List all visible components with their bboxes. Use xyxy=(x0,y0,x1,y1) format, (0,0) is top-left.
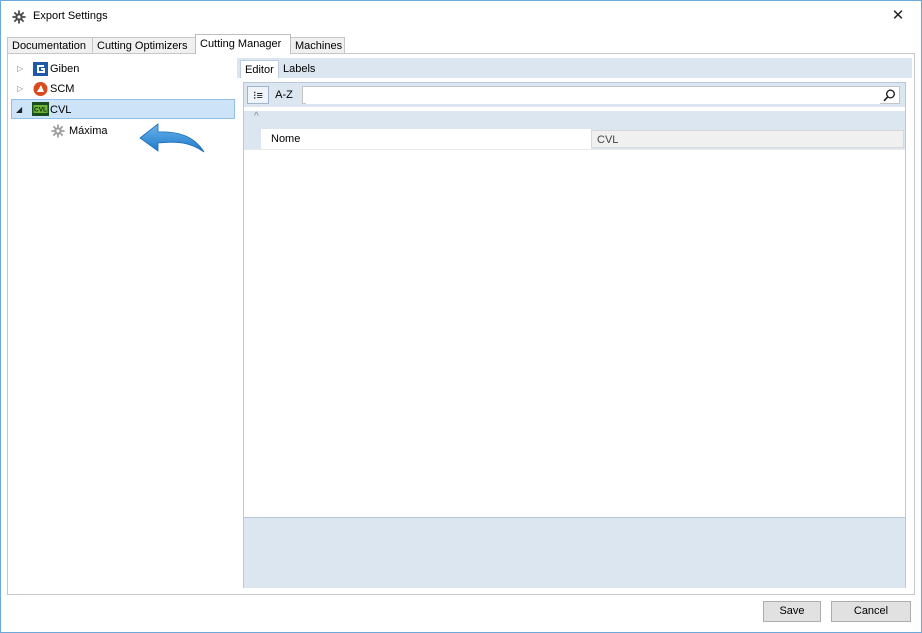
property-value-field[interactable]: CVL xyxy=(591,130,904,148)
description-pane xyxy=(244,517,905,588)
categorized-view-button[interactable]: ⁝≡ xyxy=(247,86,269,104)
tree-item-label: Máxima xyxy=(69,125,108,137)
tree-item-cvl[interactable]: ◢ CVL CVL xyxy=(11,99,235,119)
settings-panel: Editor Labels ⁝≡ A-Z ^ Nome CVL xyxy=(237,58,912,590)
property-grid-toolbar: ⁝≡ A-Z xyxy=(244,83,905,107)
machine-tree: ▷ Giben ▷ SCM ◢ CVL CVL Máxima xyxy=(8,54,236,594)
close-button[interactable]: ✕ xyxy=(889,7,907,25)
svg-text:CVL: CVL xyxy=(34,107,47,114)
gear-icon xyxy=(12,10,26,24)
tab-documentation[interactable]: Documentation xyxy=(7,37,93,53)
export-settings-window: Export Settings ✕ Documentation Cutting … xyxy=(0,0,922,633)
tab-cutting-optimizers[interactable]: Cutting Optimizers xyxy=(92,37,196,53)
tab-machines[interactable]: Machines xyxy=(290,37,345,53)
window-title: Export Settings xyxy=(33,10,108,22)
cvl-logo-icon: CVL xyxy=(32,102,49,116)
property-name: Nome xyxy=(261,129,591,149)
annotation-arrow-icon xyxy=(139,123,205,153)
tree-item-scm[interactable]: ▷ SCM xyxy=(8,79,236,99)
tree-item-label: Giben xyxy=(50,63,80,75)
scm-logo-icon xyxy=(33,82,48,96)
tree-item-label: SCM xyxy=(50,83,75,95)
search-icon[interactable] xyxy=(883,89,896,102)
cancel-button[interactable]: Cancel xyxy=(831,601,911,622)
expand-icon[interactable]: ▷ xyxy=(17,59,23,79)
tab-content: ▷ Giben ▷ SCM ◢ CVL CVL Máxima Editor La… xyxy=(7,53,915,595)
category-header[interactable]: ^ xyxy=(244,111,905,129)
tree-item-label: CVL xyxy=(50,104,72,116)
search-input[interactable] xyxy=(306,88,880,104)
collapse-category-icon[interactable]: ^ xyxy=(254,111,259,122)
gear-icon xyxy=(51,124,65,138)
tab-labels[interactable]: Labels xyxy=(279,60,319,78)
property-row[interactable]: Nome CVL xyxy=(244,129,905,150)
save-button[interactable]: Save xyxy=(763,601,821,622)
property-grid: ⁝≡ A-Z ^ Nome CVL xyxy=(243,82,906,588)
collapse-icon[interactable]: ◢ xyxy=(16,100,22,120)
search-box xyxy=(302,86,900,104)
title-bar: Export Settings ✕ xyxy=(1,1,921,32)
alphabetical-view-button[interactable]: A-Z xyxy=(271,86,297,104)
giben-logo-icon xyxy=(33,62,48,76)
editor-tabs: Editor Labels xyxy=(237,58,912,78)
tab-cutting-manager[interactable]: Cutting Manager xyxy=(195,34,291,54)
tree-item-giben[interactable]: ▷ Giben xyxy=(8,59,236,79)
expand-icon[interactable]: ▷ xyxy=(17,79,23,99)
tab-editor[interactable]: Editor xyxy=(240,60,279,78)
